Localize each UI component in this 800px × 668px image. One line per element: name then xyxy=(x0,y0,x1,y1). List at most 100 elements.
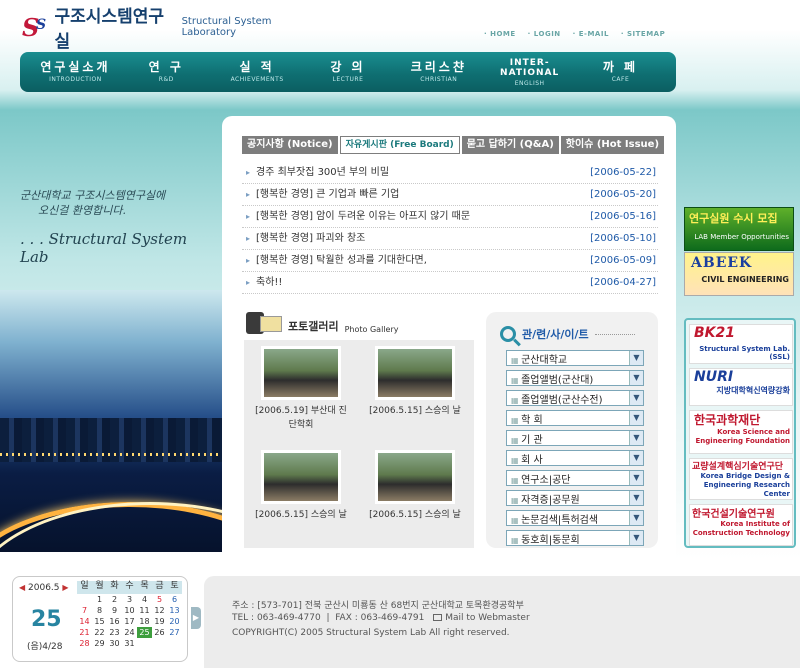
site-select[interactable]: 군산대학교▼ xyxy=(506,350,644,366)
calendar-day[interactable]: 1 xyxy=(92,594,107,605)
kosef-banner[interactable]: 한국과학재단 Korea Science and Engineering Fou… xyxy=(689,410,793,454)
related-sites-header: 관/련/사/이/트 xyxy=(500,326,635,342)
photo-caption: [2006.5.15] 스승의 날 xyxy=(255,510,347,520)
footer-copyright: COPYRIGHT(C) 2005 Structural System Lab … xyxy=(232,628,510,638)
calendar-day[interactable]: 27 xyxy=(167,627,182,638)
site-select[interactable]: 기 관▼ xyxy=(506,430,644,446)
calendar-day[interactable]: 16 xyxy=(107,616,122,627)
calendar-day[interactable]: 14 xyxy=(77,616,92,627)
calendar-day[interactable]: 30 xyxy=(107,638,122,649)
site-select[interactable]: 졸업앨범(군산수전)▼ xyxy=(506,390,644,406)
calendar-weekday: 월 xyxy=(92,581,107,594)
calendar-day[interactable]: 20 xyxy=(167,616,182,627)
photo-caption: [2006.5.19] 부산대 진 단학회 xyxy=(255,406,347,430)
abeek-banner[interactable]: ABEEK CIVIL ENGINEERING xyxy=(684,252,794,296)
calendar-day[interactable]: 28 xyxy=(77,638,92,649)
site-select[interactable]: 연구소|공단▼ xyxy=(506,470,644,486)
site-select[interactable]: 회 사▼ xyxy=(506,450,644,466)
board-row[interactable]: 축하!![2006-04-27] xyxy=(242,272,658,294)
board-row[interactable]: 경주 최부잣집 300년 부의 비밀[2006-05-22] xyxy=(242,162,658,184)
welcome-message: 군산대학교 구조시스템연구실에 오신걸 환영합니다. . . . Structu… xyxy=(20,188,220,266)
home-link[interactable]: HOME xyxy=(484,30,516,38)
gallery-item[interactable]: [2006.5.15] 스승의 날 xyxy=(364,346,466,418)
calendar-week: 21 22 23 24 25 26 27 xyxy=(77,627,187,638)
calendar-day[interactable]: 4 xyxy=(137,594,152,605)
welcome-line3: . . . Structural System Lab xyxy=(20,230,188,266)
calendar-day[interactable]: 6 xyxy=(167,594,182,605)
tab-notice[interactable]: 공지사항 (Notice) xyxy=(242,136,338,154)
board-row[interactable]: [행복한 경영] 파괴와 창조[2006-05-10] xyxy=(242,228,658,250)
gallery-header[interactable]: 포토갤러리 Photo Gallery xyxy=(246,310,398,334)
camera-icon xyxy=(246,310,282,334)
calendar-day[interactable]: 15 xyxy=(92,616,107,627)
prev-month-icon[interactable]: ◀ xyxy=(19,583,25,592)
kict-banner[interactable]: 한국건설기술연구원 Korea Institute of Constructio… xyxy=(689,504,793,546)
nav-christian[interactable]: 크리스챤 CHRISTIAN xyxy=(399,61,479,84)
chevron-down-icon: ▼ xyxy=(629,511,643,525)
calendar-day[interactable]: 22 xyxy=(92,627,107,638)
calendar-day[interactable]: 21 xyxy=(77,627,92,638)
bridge-center-banner[interactable]: 교량설계핵심기술연구단 Korea Bridge Design & Engine… xyxy=(689,458,793,500)
gallery-item[interactable]: [2006.5.15] 스승의 날 xyxy=(250,450,352,522)
gallery-item[interactable]: [2006.5.15] 스승의 날 xyxy=(364,450,466,522)
welcome-line2: 오신걸 환영합니다. xyxy=(38,204,126,217)
nav-international[interactable]: INTER-NATIONAL ENGLISH xyxy=(490,58,570,87)
calendar-day[interactable]: 18 xyxy=(137,616,152,627)
nav-introduction[interactable]: 연구실소개 INTRODUCTION xyxy=(35,61,115,84)
tab-qna[interactable]: 묻고 답하기 (Q&A) xyxy=(461,136,559,154)
calendar-day[interactable]: 11 xyxy=(137,605,152,616)
login-link[interactable]: LOGIN xyxy=(528,30,561,38)
chevron-down-icon: ▼ xyxy=(629,351,643,365)
calendar-day[interactable]: 17 xyxy=(122,616,137,627)
calendar-day[interactable]: 25 xyxy=(137,627,152,638)
site-select[interactable]: 학 회▼ xyxy=(506,410,644,426)
nuri-banner[interactable]: NURI 지방대학혁신역량강화 xyxy=(689,368,793,406)
calendar-day[interactable]: 8 xyxy=(92,605,107,616)
board-row[interactable]: [행복한 경영] 암이 두려운 이유는 아프지 않기 때문[2006-05-16… xyxy=(242,206,658,228)
gallery-item[interactable]: [2006.5.19] 부산대 진 단학회 xyxy=(250,346,352,432)
related-sites-title: 관/련/사/이/트 xyxy=(522,328,589,341)
tab-free-board[interactable]: 자유게시판 (Free Board) xyxy=(339,136,460,154)
email-link[interactable]: E-MAIL xyxy=(573,30,609,38)
recruit-banner[interactable]: 연구실원 수시 모집 LAB Member Opportunities xyxy=(684,207,794,251)
board-row[interactable]: [행복한 경영] 큰 기업과 빠른 기업[2006-05-20] xyxy=(242,184,658,206)
calendar-day[interactable]: 12 xyxy=(152,605,167,616)
calendar-day[interactable]: 3 xyxy=(122,594,137,605)
sitemap-link[interactable]: SITEMAP xyxy=(621,30,665,38)
calendar-day[interactable]: 2 xyxy=(107,594,122,605)
gallery-title: 포토갤러리 xyxy=(288,320,339,333)
next-month-icon[interactable]: ▶ xyxy=(62,583,68,592)
partner-banners: BK21 Structural System Lab. (SSL) NURI 지… xyxy=(684,318,796,548)
calendar-toggle[interactable]: ▶ xyxy=(191,607,201,629)
calendar-day[interactable]: 9 xyxy=(107,605,122,616)
calendar-day[interactable]: 13 xyxy=(167,605,182,616)
bk21-banner[interactable]: BK21 Structural System Lab. (SSL) xyxy=(689,324,793,364)
calendar-day[interactable]: 19 xyxy=(152,616,167,627)
calendar-month: ◀ 2006.5 ▶ xyxy=(19,583,69,593)
site-select[interactable]: 동호회|동문회▼ xyxy=(506,530,644,546)
calendar-day[interactable]: 26 xyxy=(152,627,167,638)
calendar-day[interactable]: 5 xyxy=(152,594,167,605)
calendar: ◀ 2006.5 ▶ 25 (음)4/28 일 월 화 수 목 금 토 1 2 3 4 5 6 7 8 9 10… xyxy=(12,576,201,662)
calendar-day[interactable]: 7 xyxy=(77,605,92,616)
calendar-day[interactable]: 10 xyxy=(122,605,137,616)
calendar-day xyxy=(137,638,152,649)
calendar-day[interactable]: 23 xyxy=(107,627,122,638)
nav-cafe[interactable]: 까 페 CAFE xyxy=(580,61,660,84)
calendar-day[interactable]: 24 xyxy=(122,627,137,638)
nav-research[interactable]: 연 구 R&D xyxy=(126,61,206,84)
photo-thumbnail xyxy=(375,346,455,400)
board-row[interactable]: [행복한 경영] 탁월한 성과를 기대한다면,[2006-05-09] xyxy=(242,250,658,272)
calendar-day[interactable]: 31 xyxy=(122,638,137,649)
calendar-day xyxy=(167,638,182,649)
photo-caption: [2006.5.15] 스승의 날 xyxy=(369,510,461,520)
site-select[interactable]: 졸업앨범(군산대)▼ xyxy=(506,370,644,386)
calendar-day[interactable]: 29 xyxy=(92,638,107,649)
site-select[interactable]: 자격증|공무원▼ xyxy=(506,490,644,506)
logo[interactable]: SS 구조시스템연구실 Structural System Laboratory xyxy=(22,7,322,52)
webmaster-link[interactable]: Mail to Webmaster xyxy=(445,613,529,623)
nav-lecture[interactable]: 강 의 LECTURE xyxy=(308,61,388,84)
nav-achievements[interactable]: 실 적 ACHIEVEMENTS xyxy=(217,61,297,84)
tab-hot-issue[interactable]: 핫이슈 (Hot Issue) xyxy=(560,136,665,154)
site-select[interactable]: 논문검색|특허검색▼ xyxy=(506,510,644,526)
